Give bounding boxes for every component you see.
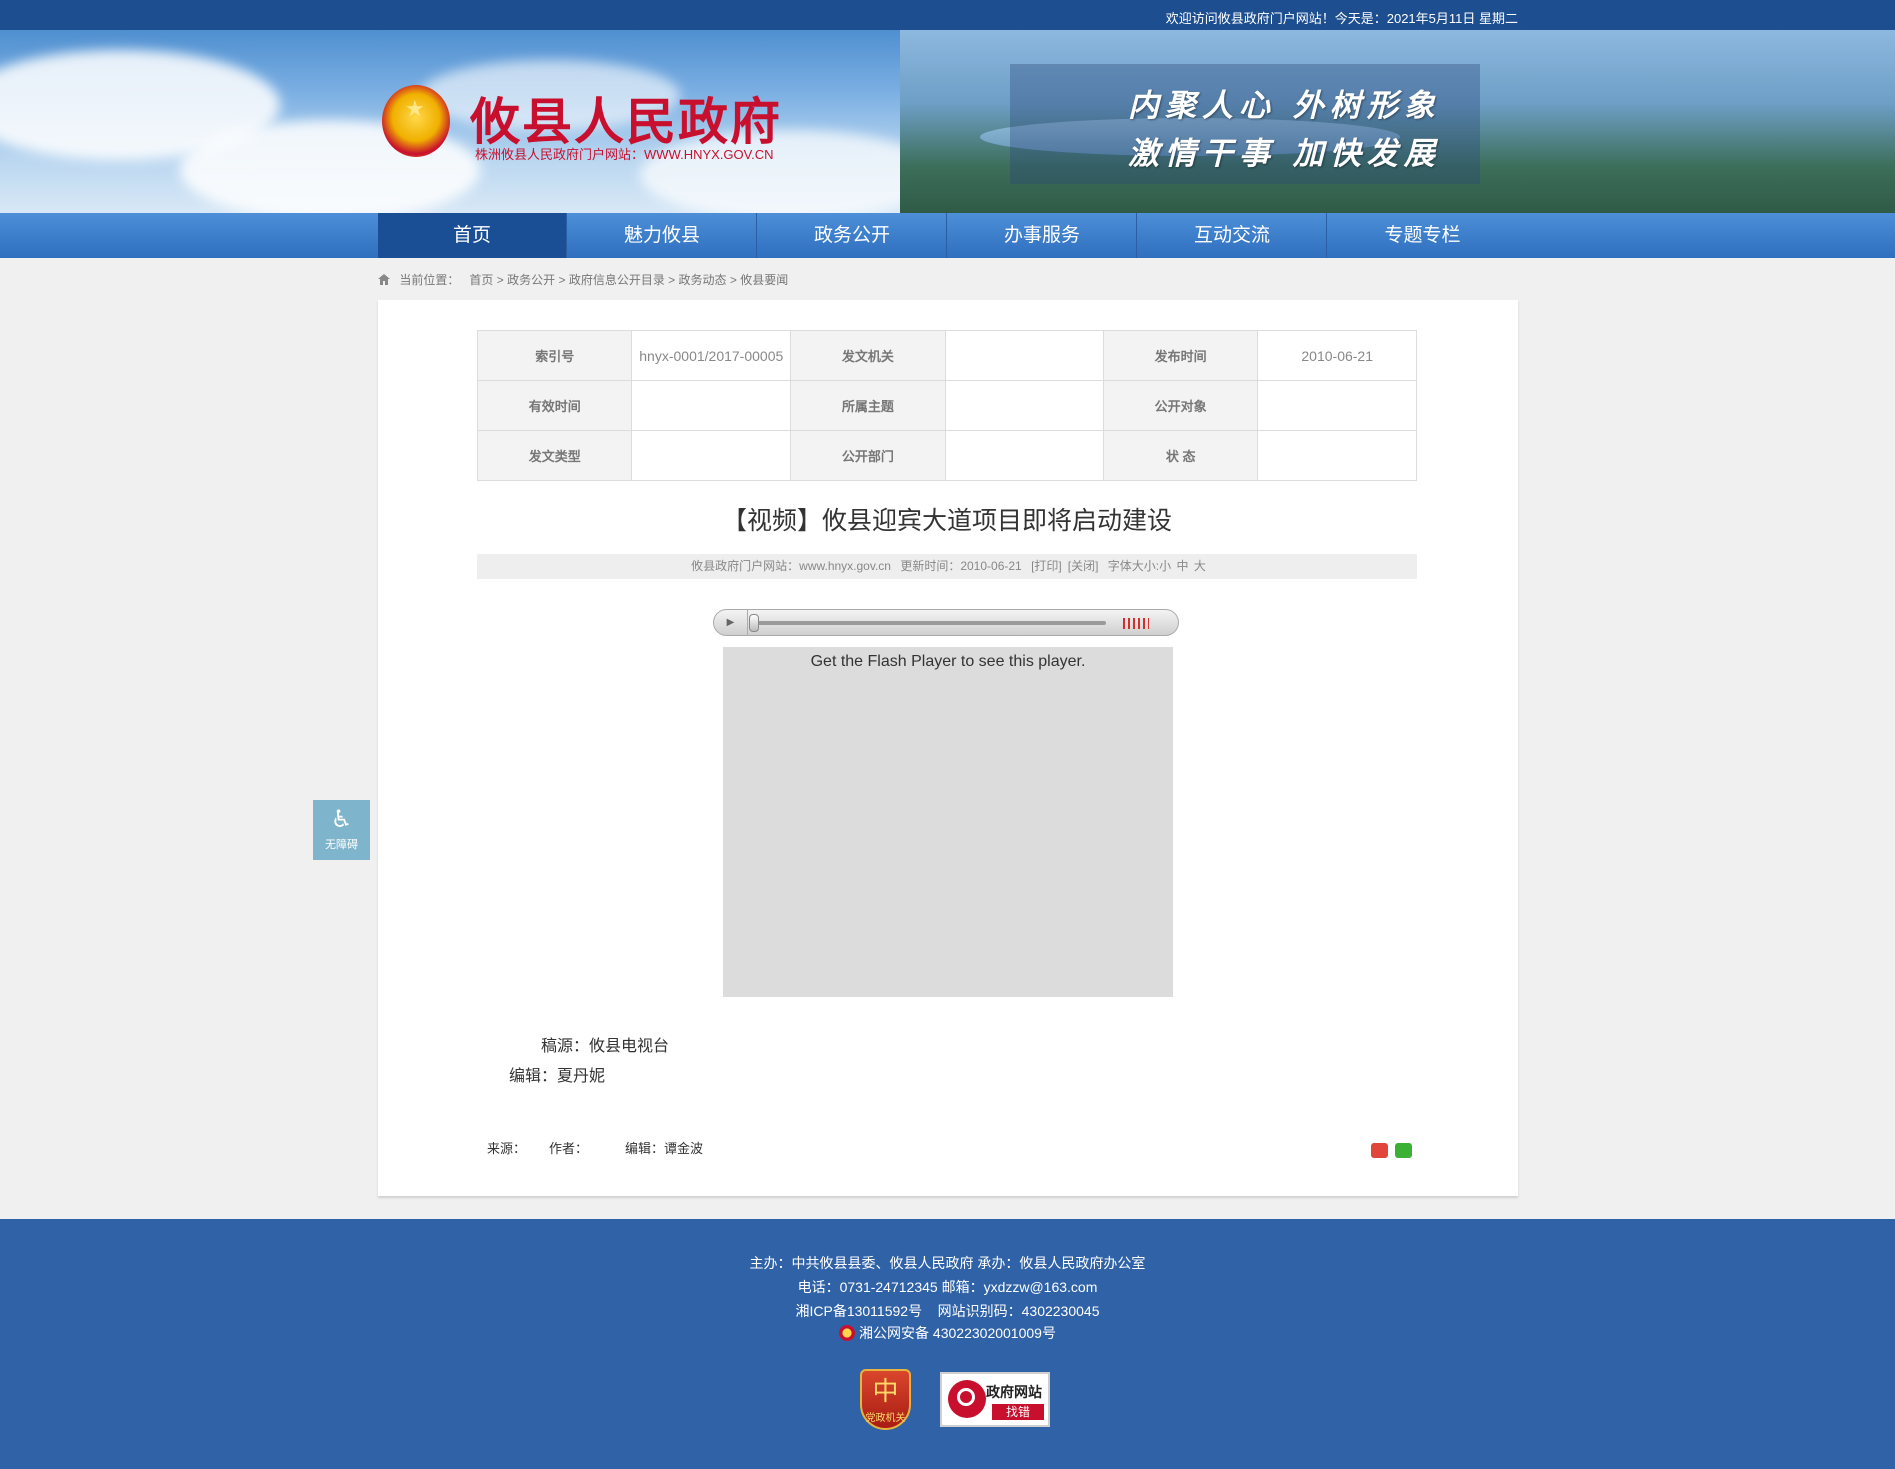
font-large-button[interactable]: 大 xyxy=(1194,559,1206,573)
font-medium-button[interactable]: 中 xyxy=(1176,559,1188,573)
wheelchair-icon: ♿ xyxy=(330,806,353,833)
breadcrumb-catalog[interactable]: 政府信息公开目录 xyxy=(569,273,665,287)
meta-source: 来源： xyxy=(487,1141,527,1156)
info-updated: 更新时间：2010-06-21 xyxy=(900,559,1022,573)
play-button[interactable]: ▶ xyxy=(714,610,748,635)
table-row: 索引号 hnyx-0001/2017-00005 发文机关 发布时间 2010-… xyxy=(476,330,1417,381)
breadcrumb-news[interactable]: 政务动态 xyxy=(679,273,727,287)
gov-site-error-report-badge[interactable]: 政府网站 找错 xyxy=(940,1372,1050,1427)
nav-item-charm[interactable]: 魅力攸县 xyxy=(568,213,757,258)
breadcrumb-gov-affairs[interactable]: 政务公开 xyxy=(507,273,555,287)
accessibility-label: 无障碍 xyxy=(325,839,358,851)
site-subtitle: 株洲攸县人民政府门户网站：WWW.HNYX.GOV.CN xyxy=(475,147,774,162)
home-icon xyxy=(378,274,390,285)
footer-police-record[interactable]: 湘公网安备 43022302001009号 xyxy=(0,1323,1895,1343)
seek-track[interactable] xyxy=(756,621,1106,625)
nav-item-topics[interactable]: 专题专栏 xyxy=(1328,213,1517,258)
table-row: 发文类型 公开部门 状 态 xyxy=(476,430,1417,481)
font-small-button[interactable]: 小 xyxy=(1159,559,1171,573)
header-banner xyxy=(0,30,1895,213)
police-badge-icon xyxy=(839,1325,856,1341)
slogan-line-1: 内聚人心 外树形象 xyxy=(1128,88,1441,124)
party-gov-badge[interactable]: 中 党政机关 xyxy=(860,1369,911,1430)
font-size-label: 字体大小: xyxy=(1107,559,1160,573)
volume-icon[interactable] xyxy=(1123,618,1149,629)
footer-contact: 电话：0731-24712345 邮箱：yxdzzw@163.com xyxy=(797,1279,1098,1295)
magnifier-icon xyxy=(948,1380,986,1418)
seek-handle[interactable] xyxy=(749,614,759,632)
breadcrumb: 当前位置： 首页 > 政务公开 > 政府信息公开目录 > 政务动态 > 攸县要闻 xyxy=(378,271,788,288)
video-player-controls: ▶ xyxy=(713,609,1179,636)
table-row: 有效时间 所属主题 公开对象 xyxy=(476,380,1417,431)
top-bar: 欢迎访问攸县政府门户网站！今天是：2021年5月11日 星期二 xyxy=(0,0,1895,30)
play-icon: ▶ xyxy=(726,617,735,628)
flash-message[interactable]: Get the Flash Player to see this player. xyxy=(723,653,1173,671)
nav-item-interaction[interactable]: 互动交流 xyxy=(1138,213,1327,258)
print-link[interactable]: [打印] xyxy=(1031,559,1062,573)
article-title: 【视频】攸县迎宾大道项目即将启动建设 xyxy=(721,507,1172,535)
breadcrumb-home[interactable]: 首页 xyxy=(469,273,493,287)
welcome-text: 欢迎访问攸县政府门户网站！今天是：2021年5月11日 星期二 xyxy=(1165,11,1518,26)
source-line: 稿源：攸县电视台 xyxy=(541,1038,670,1055)
editor-line: 编辑：夏丹妮 xyxy=(509,1068,606,1085)
nav-item-gov-affairs[interactable]: 政务公开 xyxy=(758,213,947,258)
nav-item-home[interactable]: 首页 xyxy=(378,213,567,258)
main-nav: 首页 魅力攸县 政务公开 办事服务 互动交流 专题专栏 xyxy=(0,213,1895,258)
weibo-icon[interactable] xyxy=(1371,1143,1388,1158)
meta-editor: 编辑：谭金波 xyxy=(625,1141,704,1156)
flash-player-area[interactable]: Get the Flash Player to see this player. xyxy=(723,647,1173,997)
breadcrumb-prefix: 当前位置： xyxy=(399,273,460,287)
metadata-table: 索引号 hnyx-0001/2017-00005 发文机关 发布时间 2010-… xyxy=(476,330,1417,481)
accessibility-button[interactable]: ♿ 无障碍 xyxy=(313,800,370,860)
article-info-bar: 攸县政府门户网站：www.hnyx.gov.cn 更新时间：2010-06-21… xyxy=(477,554,1417,579)
party-emblem-icon: 中 xyxy=(872,1376,899,1406)
breadcrumb-county-news[interactable]: 攸县要闻 xyxy=(740,273,788,287)
meta-author: 作者： xyxy=(549,1141,589,1156)
wechat-icon[interactable] xyxy=(1395,1143,1412,1158)
nav-item-services[interactable]: 办事服务 xyxy=(948,213,1137,258)
footer-icp[interactable]: 湘ICP备13011592号 网站识别码：4302230045 xyxy=(0,1301,1895,1321)
footer-sponsor: 主办：中共攸县县委、攸县人民政府 承办：攸县人民政府办公室 xyxy=(749,1255,1146,1271)
info-site: 攸县政府门户网站：www.hnyx.gov.cn xyxy=(691,559,891,573)
close-link[interactable]: [关闭] xyxy=(1068,559,1099,573)
slogan-line-2: 激情干事 加快发展 xyxy=(1128,136,1441,172)
